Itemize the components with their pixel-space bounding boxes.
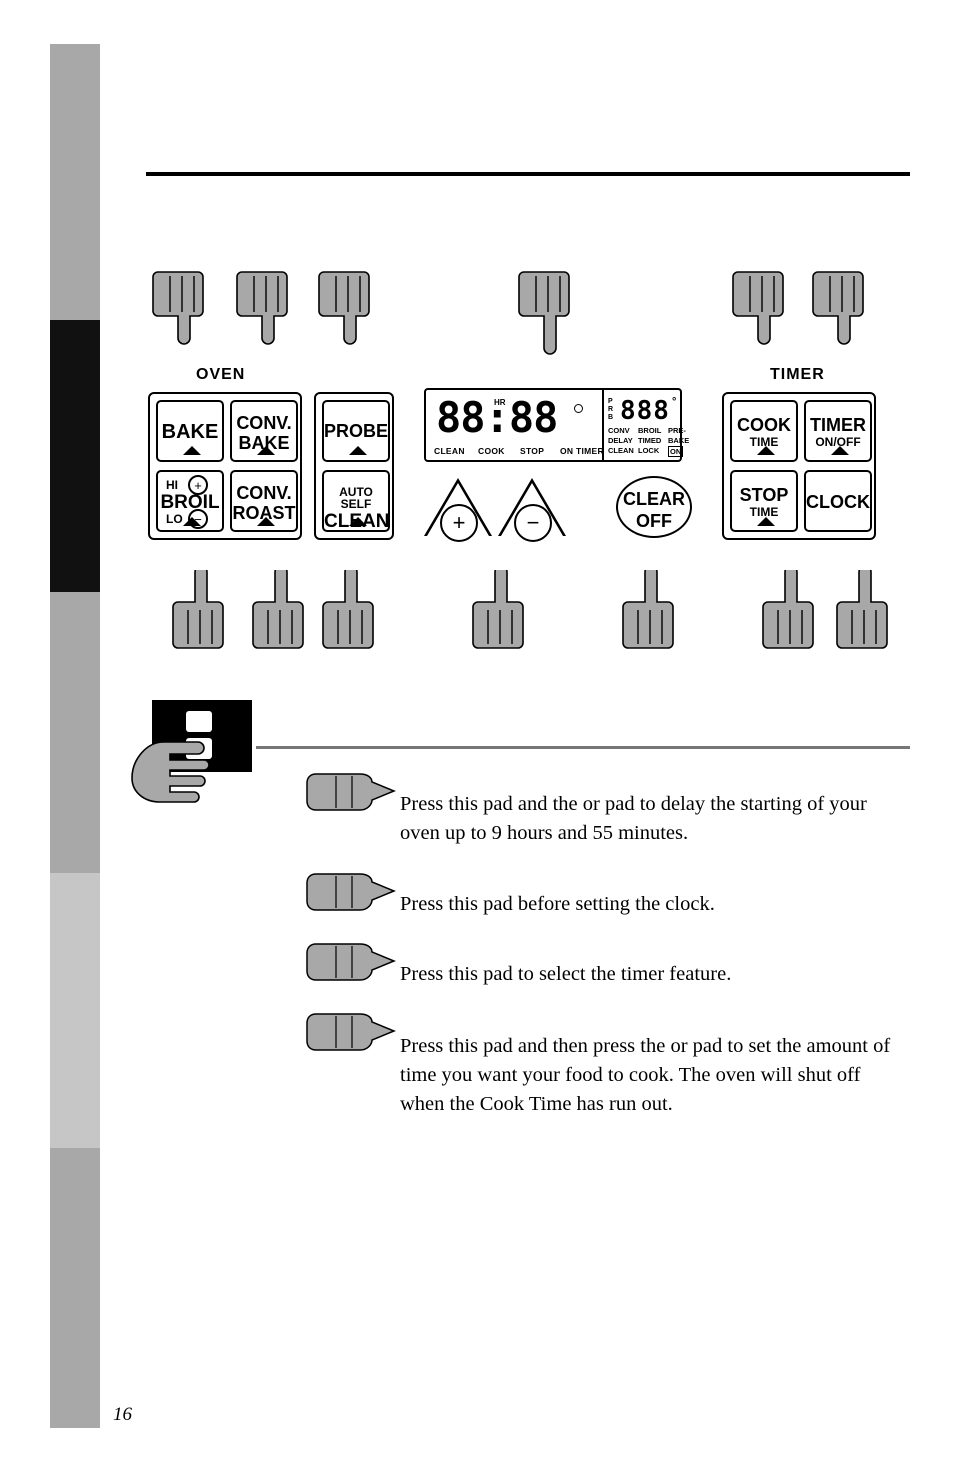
- instruction-text-3: Press this pad to select the timer featu…: [400, 963, 732, 985]
- pad-probe-label: PROBE: [324, 421, 389, 441]
- instruction-text-1: Press this pad and the or pad to delay t…: [400, 793, 867, 845]
- pad-conv-roast-line1: CONV.: [236, 483, 292, 503]
- display-indicator-cook: COOK: [478, 446, 505, 456]
- pointer-hand-up-probe: [322, 570, 380, 650]
- header-rule: [146, 172, 910, 176]
- display-indicator-pre-bake-on: PRE- BAKE: [668, 426, 690, 446]
- pad-conv-roast-indicator: [257, 517, 275, 526]
- instruction-hand-1: [306, 772, 402, 812]
- pad-broil-indicator: [183, 517, 201, 526]
- sidebar-band-bottom: [50, 1148, 100, 1428]
- sidebar-band-middle: [50, 592, 100, 873]
- pad-conv-bake-indicator: [257, 446, 275, 455]
- section-icon-hand: [128, 736, 216, 812]
- timer-pad-group: COOK TIME TIMER ON/OFF STOP TIME CLOCK: [722, 392, 876, 540]
- pad-timer-onoff-indicator: [831, 446, 849, 455]
- pad-clock-label: CLOCK: [806, 492, 870, 512]
- display-indicator-broil-timed-lock: BROIL TIMED LOCK: [638, 426, 662, 456]
- pointer-hand-up-conv-bake: [252, 570, 310, 650]
- pad-clear-off[interactable]: CLEAR OFF: [616, 476, 692, 538]
- body-divider-rule: [256, 746, 910, 749]
- pad-clear-label: CLEAR: [623, 489, 685, 509]
- pointer-hand-down-probe: [318, 270, 376, 350]
- pad-timer-onoff[interactable]: TIMER ON/OFF: [804, 400, 872, 462]
- pad-bake-label: BAKE: [161, 421, 219, 443]
- pad-conv-roast[interactable]: CONV. ROAST: [230, 470, 298, 532]
- pad-probe[interactable]: PROBE: [322, 400, 390, 462]
- plus-circle-icon: +: [188, 475, 208, 495]
- pointer-hand-up-bake: [172, 570, 230, 650]
- pad-stop-label: STOP: [739, 485, 789, 505]
- sidebar-band-active: [50, 320, 100, 592]
- pad-stop-time-indicator: [757, 517, 775, 526]
- display-divider: [602, 390, 604, 460]
- display-indicator-clean: CLEAN: [434, 446, 465, 456]
- pad-broil-label: BROIL: [160, 492, 220, 513]
- pad-timer-label: TIMER: [810, 415, 866, 435]
- oven-section-label: OVEN: [196, 366, 246, 383]
- pad-stop-time[interactable]: STOP TIME: [730, 470, 798, 532]
- pad-auto-self-label: AUTO SELF: [339, 485, 373, 511]
- pad-cook-label: COOK: [737, 415, 791, 435]
- pad-broil[interactable]: HI + BROIL LO −: [156, 470, 224, 532]
- plus-icon: +: [440, 504, 478, 542]
- display-degree-symbol: °: [672, 396, 677, 408]
- pointer-hand-up-clock: [836, 570, 894, 650]
- pad-broil-hi-label: HI: [166, 478, 178, 492]
- pad-off-label: OFF: [636, 511, 672, 531]
- minus-icon: −: [514, 504, 552, 542]
- display-indicator-on-timer: ON TIMER: [560, 446, 604, 456]
- timer-section-label: TIMER: [770, 366, 825, 383]
- instruction-hand-3: [306, 942, 402, 982]
- pad-bake-indicator: [183, 446, 201, 455]
- pad-conv-bake[interactable]: CONV. BAKE: [230, 400, 298, 462]
- pad-auto-self-clean-indicator: [349, 517, 367, 526]
- pointer-hand-down-display: [518, 270, 576, 360]
- page-number: 16: [113, 1404, 132, 1425]
- pad-broil-lo-label: LO: [166, 512, 183, 526]
- display-colon-dot-icon: [574, 404, 583, 413]
- pad-decrease[interactable]: −: [498, 478, 566, 542]
- pad-clock[interactable]: CLOCK: [804, 470, 872, 532]
- oven-pad-group: BAKE CONV. BAKE HI + BROIL LO − CONV. RO…: [148, 392, 302, 540]
- instruction-text-2: Press this pad before setting the clock.: [400, 893, 715, 915]
- oven-display: 88:88 HR CLEAN COOK STOP ON TIMER PRB 88…: [424, 388, 689, 462]
- display-indicator-on-box: ON: [668, 446, 684, 457]
- instruction-hand-4: [306, 1012, 402, 1052]
- display-indicator-conv-delay-clean: CONV DELAY CLEAN: [608, 426, 634, 456]
- pad-auto-self-clean[interactable]: AUTO SELF CLEAN: [322, 470, 390, 532]
- sidebar-band-light: [50, 873, 100, 1148]
- instruction-hand-2: [306, 872, 402, 912]
- pointer-hand-down-timer-onoff: [812, 270, 870, 350]
- probe-clean-pad-group: PROBE AUTO SELF CLEAN: [314, 392, 394, 540]
- pad-increase[interactable]: +: [424, 478, 492, 542]
- pointer-hand-up-clear-off: [622, 570, 680, 650]
- pointer-hand-up-plusminus: [472, 570, 530, 650]
- pointer-hand-down-bake: [152, 270, 210, 350]
- pointer-hand-up-stop-time: [762, 570, 820, 650]
- pad-cook-time[interactable]: COOK TIME: [730, 400, 798, 462]
- pointer-hand-down-conv-bake: [236, 270, 294, 350]
- display-prb-column: PRB: [608, 398, 614, 422]
- sidebar-band-top: [50, 44, 100, 320]
- pointer-hand-down-cook-time: [732, 270, 790, 350]
- display-right-digits: 888: [620, 396, 670, 426]
- display-hr-label: HR: [494, 398, 506, 407]
- display-indicator-stop: STOP: [520, 446, 545, 456]
- pad-conv-bake-line1: CONV.: [236, 413, 292, 433]
- pad-probe-indicator: [349, 446, 367, 455]
- pad-cook-time-indicator: [757, 446, 775, 455]
- instruction-text-4: Press this pad and then press the or pad…: [400, 1035, 891, 1116]
- pad-bake[interactable]: BAKE: [156, 400, 224, 462]
